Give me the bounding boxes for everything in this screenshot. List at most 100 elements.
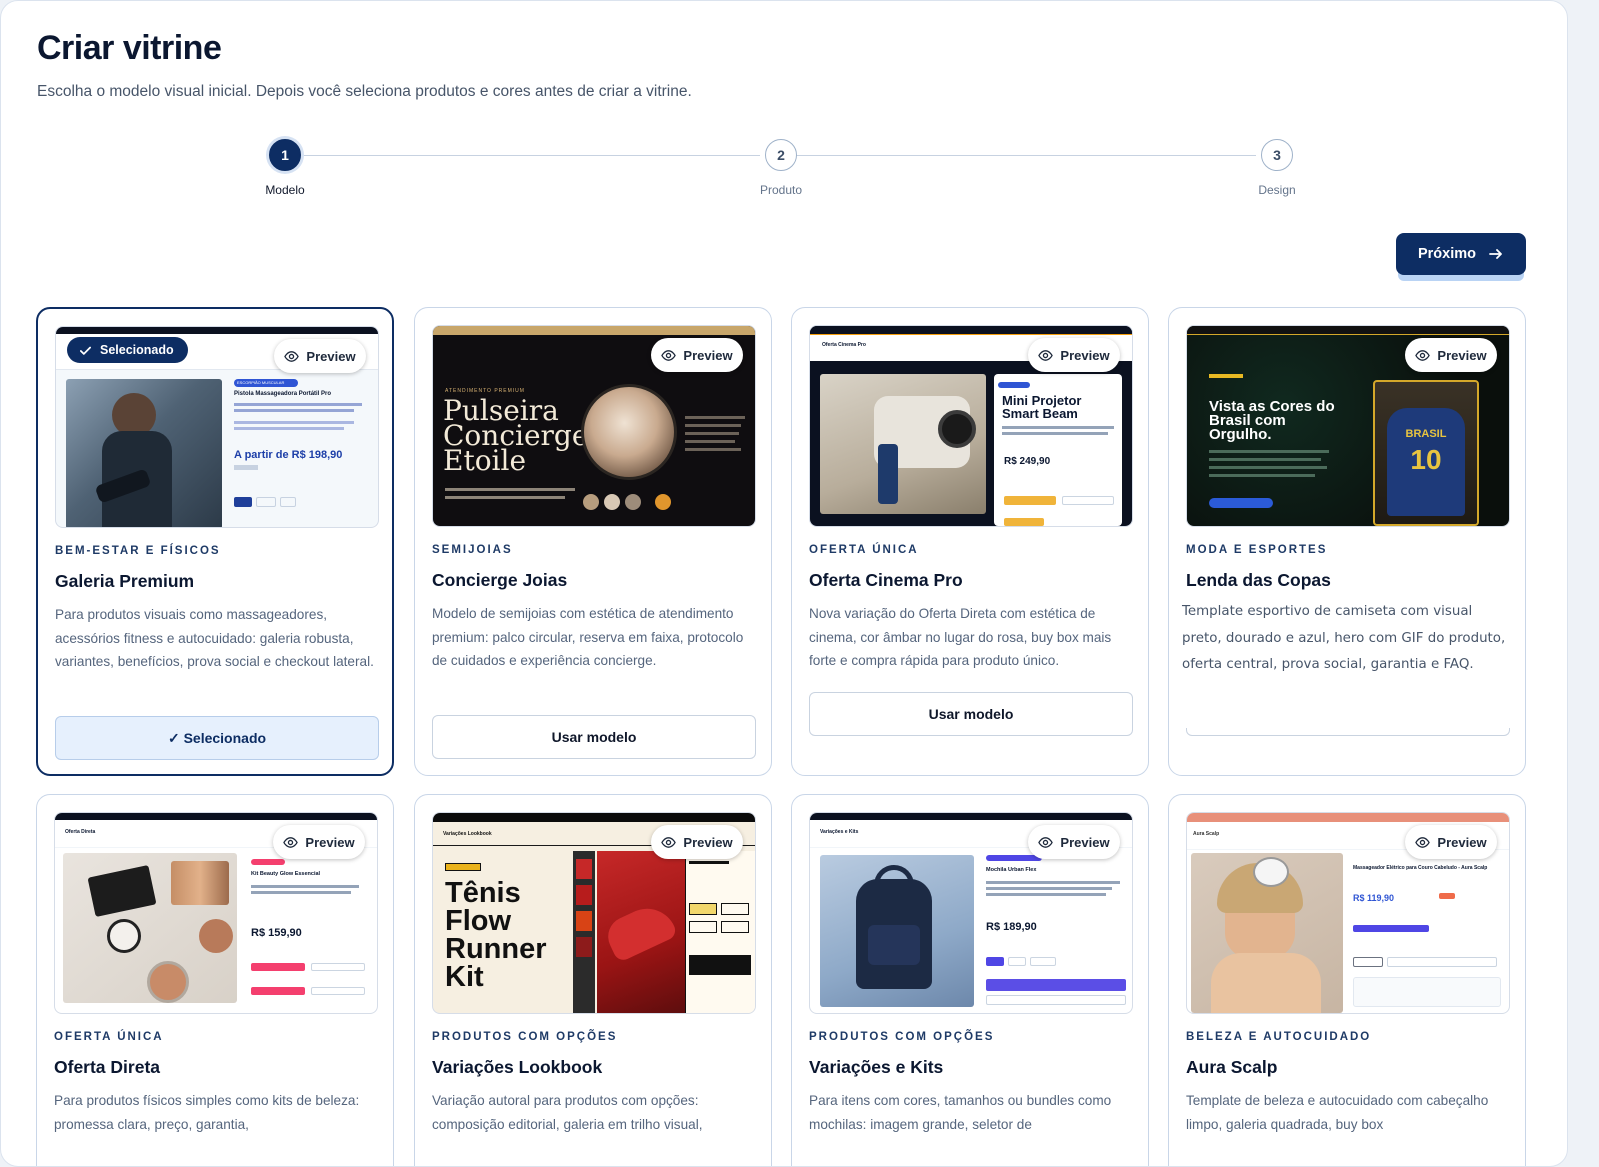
page-subtitle: Escolha o modelo visual inicial. Depois …	[37, 83, 692, 100]
template-name: Galeria Premium	[55, 571, 195, 591]
use-template-button-partial[interactable]	[1186, 728, 1510, 736]
template-category: BELEZA E AUTOCUIDADO	[1186, 1031, 1372, 1043]
template-card-galeria-premium[interactable]: ESCORPIÃO MUSCULAR Pistola Massageadora …	[36, 307, 394, 776]
preview-button[interactable]: Preview	[651, 825, 743, 859]
template-description: Template de beleza e autocuidado com cab…	[1186, 1093, 1489, 1132]
thumb-brand: Aura Scalp	[1193, 831, 1220, 837]
thumb-headline: Runner	[445, 933, 547, 965]
preview-button[interactable]: Preview	[273, 825, 365, 859]
thumb-headline: Flow	[445, 905, 512, 937]
template-category: MODA E ESPORTES	[1186, 544, 1328, 556]
preview-button-label: Preview	[306, 348, 356, 364]
thumb-brand: Variações e Kits	[820, 829, 859, 835]
template-card-lenda-das-copas[interactable]: Vista as Cores do Brasil com Orgulho. BR…	[1168, 307, 1526, 776]
eye-icon	[1038, 836, 1054, 848]
template-card-variacoes-lookbook[interactable]: Variações Lookbook Tênis Flow Runner Kit	[414, 794, 772, 1166]
template-thumbnail: Variações Lookbook Tênis Flow Runner Kit	[432, 812, 756, 1014]
thumb-price: R$ 119,90	[1353, 893, 1395, 903]
eye-icon	[283, 836, 299, 848]
preview-button[interactable]: Preview	[651, 338, 743, 372]
template-category: BEM-ESTAR E FÍSICOS	[55, 545, 221, 557]
step-design[interactable]: 3 Design	[1227, 139, 1327, 197]
thumb-shirt-text: BRASIL	[1405, 428, 1447, 440]
step-modelo[interactable]: 1 Modelo	[235, 139, 335, 197]
template-thumbnail: ATENDIMENTO PREMIUM Pulseira Concierge E…	[432, 325, 756, 527]
eye-icon	[284, 350, 300, 362]
template-card-concierge-joias[interactable]: ATENDIMENTO PREMIUM Pulseira Concierge E…	[414, 307, 772, 776]
preview-button[interactable]: Preview	[1028, 825, 1120, 859]
template-thumbnail: Variações e Kits Mochila Urban Flex R$ 1…	[809, 812, 1133, 1014]
eye-icon	[1415, 836, 1431, 848]
next-button-label: Próximo	[1417, 246, 1476, 262]
preview-button[interactable]: Preview	[1405, 338, 1497, 372]
thumb-headline: Kit	[445, 961, 484, 993]
preview-button-label: Preview	[1437, 834, 1487, 850]
step-number: 2	[765, 139, 797, 171]
preview-button-label: Preview	[683, 834, 733, 850]
thumb-brand: Variações Lookbook	[443, 831, 492, 837]
step-number: 3	[1261, 139, 1293, 171]
thumb-headline: Massageador Elétrico para Couro Cabeludo…	[1353, 865, 1488, 871]
thumb-headline: Pistola Massageadora Portátil Pro	[234, 391, 332, 397]
template-category: PRODUTOS COM OPÇÕES	[432, 1031, 618, 1043]
template-description: Para produtos físicos simples como kits …	[54, 1093, 360, 1132]
create-showcase-page: Criar vitrine Escolha o modelo visual in…	[0, 0, 1568, 1167]
template-category: OFERTA ÚNICA	[54, 1031, 164, 1043]
preview-button-label: Preview	[683, 347, 733, 363]
template-thumbnail: ESCORPIÃO MUSCULAR Pistola Massageadora …	[55, 326, 379, 528]
preview-button-label: Preview	[305, 834, 355, 850]
thumb-headline: Vista as Cores do Brasil com Orgulho.	[1209, 398, 1335, 443]
selected-badge-label: Selecionado	[100, 343, 174, 357]
thumb-headline: Tênis	[445, 877, 521, 909]
thumb-price: R$ 159,90	[251, 927, 302, 939]
preview-button[interactable]: Preview	[274, 339, 366, 373]
thumb-headline: Mini Projetor Smart Beam	[1002, 393, 1082, 421]
template-description: Template esportivo de camiseta com visua…	[1182, 604, 1506, 673]
template-name: Oferta Cinema Pro	[809, 570, 963, 590]
template-description: Nova variação do Oferta Direta com estét…	[809, 606, 1112, 669]
preview-button[interactable]: Preview	[1405, 825, 1497, 859]
template-category: OFERTA ÚNICA	[809, 544, 919, 556]
selected-button[interactable]: ✓ Selecionado	[55, 716, 379, 760]
thumb-shirt-number: 10	[1410, 444, 1442, 475]
template-thumbnail: Oferta Cinema Pro Mini Projetor Smart Be…	[809, 325, 1133, 527]
step-label: Produto	[759, 183, 803, 197]
template-description: Variação autoral para produtos com opçõe…	[432, 1093, 703, 1132]
thumb-price: R$ 249,90	[1004, 456, 1051, 467]
thumb-brand: Oferta Cinema Pro	[822, 342, 866, 348]
thumb-headline: Kit Beauty Glow Essencial	[251, 871, 321, 877]
template-card-aura-scalp[interactable]: Aura Scalp Massageador Elétrico para Cou…	[1168, 794, 1526, 1166]
template-name: Concierge Joias	[432, 570, 568, 590]
thumb-brand: Oferta Direta	[65, 829, 96, 835]
thumb-price: A partir de R$ 198,90	[234, 449, 343, 461]
step-label: Design	[1258, 183, 1296, 197]
page-title: Criar vitrine	[37, 29, 222, 67]
template-name: Variações e Kits	[809, 1057, 944, 1077]
template-card-oferta-cinema-pro[interactable]: Oferta Cinema Pro Mini Projetor Smart Be…	[791, 307, 1149, 776]
template-thumbnail: Aura Scalp Massageador Elétrico para Cou…	[1186, 812, 1510, 1014]
arrow-right-icon	[1489, 249, 1502, 259]
template-name: Variações Lookbook	[432, 1057, 603, 1077]
step-label: Modelo	[265, 183, 305, 197]
template-name: Lenda das Copas	[1186, 570, 1331, 590]
template-category: SEMIJOIAS	[432, 544, 513, 556]
template-name: Oferta Direta	[54, 1057, 161, 1077]
stepper-connector	[796, 155, 1256, 156]
eye-icon	[1038, 349, 1054, 361]
use-template-button[interactable]: Usar modelo	[432, 715, 756, 759]
template-thumbnail: Oferta Direta Kit Beauty Glow Essencial …	[54, 812, 378, 1014]
next-button[interactable]: Próximo	[1396, 233, 1526, 275]
template-name: Aura Scalp	[1186, 1057, 1278, 1077]
step-produto[interactable]: 2 Produto	[731, 139, 831, 197]
eye-icon	[661, 349, 677, 361]
template-thumbnail: Vista as Cores do Brasil com Orgulho. BR…	[1186, 325, 1510, 527]
template-description: Para produtos visuais como massageadores…	[55, 607, 374, 670]
step-number: 1	[269, 139, 301, 171]
template-card-oferta-direta[interactable]: Oferta Direta Kit Beauty Glow Essencial …	[36, 794, 394, 1166]
preview-button-label: Preview	[1060, 347, 1110, 363]
template-card-variacoes-e-kits[interactable]: Variações e Kits Mochila Urban Flex R$ 1…	[791, 794, 1149, 1166]
eye-icon	[1415, 349, 1431, 361]
preview-button[interactable]: Preview	[1028, 338, 1120, 372]
thumb-headline: Mochila Urban Flex	[986, 867, 1037, 873]
use-template-button[interactable]: Usar modelo	[809, 692, 1133, 736]
